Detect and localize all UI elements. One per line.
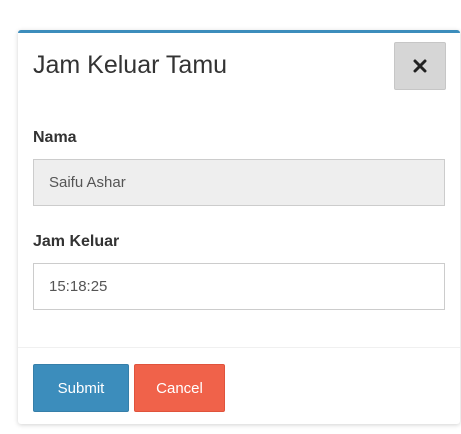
jam-keluar-field[interactable]	[33, 263, 445, 310]
submit-button[interactable]: Submit	[33, 364, 129, 412]
jam-keluar-label: Jam Keluar	[33, 233, 120, 250]
close-button[interactable]	[394, 42, 446, 90]
modal-header: Jam Keluar Tamu	[18, 33, 460, 115]
footer-divider	[18, 347, 460, 348]
modal-title: Jam Keluar Tamu	[33, 51, 228, 79]
nama-field[interactable]	[33, 159, 445, 206]
nama-label: Nama	[33, 129, 77, 146]
cancel-button[interactable]: Cancel	[134, 364, 225, 412]
close-icon	[413, 59, 427, 73]
modal-dialog: Jam Keluar Tamu Nama Jam Keluar Submit C…	[18, 30, 460, 424]
